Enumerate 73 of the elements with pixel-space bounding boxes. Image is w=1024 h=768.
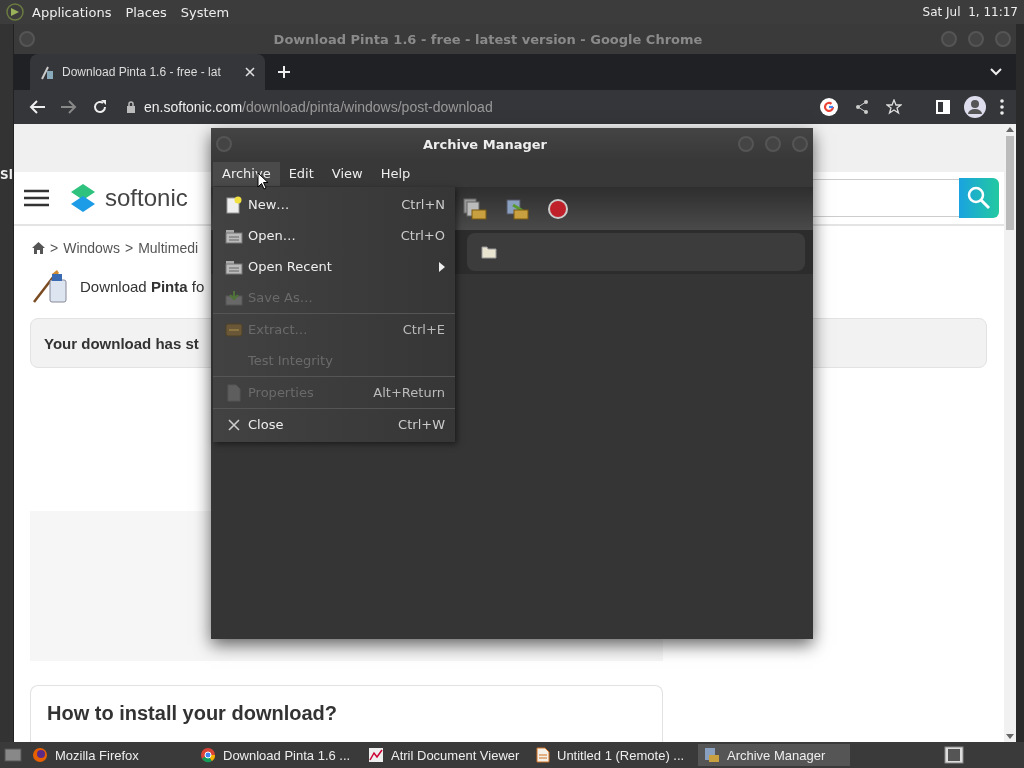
- window-title: Archive Manager: [422, 136, 548, 152]
- clock: Sat Jul 1, 11:17: [922, 5, 1018, 19]
- menu-bar-item[interactable]: Edit: [279, 161, 323, 186]
- scrollbar[interactable]: [1004, 124, 1016, 742]
- more-icon[interactable]: [1000, 99, 1004, 115]
- chrome-icon: [200, 747, 216, 763]
- home-icon[interactable]: [32, 242, 45, 254]
- menu-icon[interactable]: [24, 189, 49, 207]
- scroll-thumb[interactable]: [1006, 136, 1014, 230]
- stop-icon[interactable]: [547, 197, 569, 220]
- workspace-switcher-icon[interactable]: [944, 746, 964, 764]
- breadcrumb-link[interactable]: Windows: [63, 240, 120, 256]
- taskbar-item[interactable]: Archive Manager: [698, 744, 850, 766]
- drawer-icon: [224, 258, 243, 275]
- lock-icon: [126, 101, 136, 113]
- softonic-logo-icon[interactable]: [69, 182, 97, 214]
- breadcrumb-separator: >: [125, 240, 134, 256]
- show-desktop-icon[interactable]: [4, 747, 22, 763]
- taskbar-item[interactable]: Untitled 1 (Remote) ...: [530, 744, 694, 766]
- menu-item[interactable]: Close Ctrl+W: [213, 409, 455, 440]
- menu-bar-item[interactable]: Archive: [213, 161, 280, 186]
- new-tab-icon[interactable]: [277, 65, 291, 79]
- panel-menu[interactable]: Applications: [32, 4, 112, 20]
- search-button[interactable]: [959, 178, 999, 218]
- folder-icon[interactable]: [481, 245, 497, 259]
- taskbar-item[interactable]: Atril Document Viewer: [362, 744, 526, 766]
- share-icon[interactable]: [854, 99, 870, 115]
- paint-brush-icon: [32, 268, 70, 304]
- forward-icon[interactable]: [60, 99, 78, 115]
- close-icon: [227, 418, 240, 431]
- notice-text: Your download has st: [44, 334, 199, 352]
- side-panel-icon[interactable]: [936, 100, 950, 114]
- menu-bar-item[interactable]: Help: [371, 161, 420, 186]
- scroll-down-icon[interactable]: [1006, 734, 1014, 740]
- distro-logo-icon[interactable]: [6, 3, 24, 21]
- new-document-icon: [224, 195, 243, 214]
- archive-icon[interactable]: [463, 196, 487, 221]
- archive-icon: [704, 747, 720, 763]
- search-icon: [967, 186, 991, 210]
- document-icon: [536, 747, 550, 763]
- panel-menu[interactable]: Places: [125, 4, 167, 20]
- breadcrumb-separator: >: [50, 240, 59, 256]
- menu-item[interactable]: New… Ctrl+N: [213, 189, 455, 220]
- menu-bar-item[interactable]: View: [322, 161, 372, 186]
- back-icon[interactable]: [28, 99, 46, 115]
- firefox-icon: [32, 747, 48, 763]
- breadcrumb-link[interactable]: Multimedi: [138, 240, 199, 256]
- save-icon: [224, 289, 243, 306]
- window-text: Sl: [0, 168, 14, 182]
- page-heading: Download Pinta fo: [80, 277, 205, 295]
- submenu-arrow-icon: [439, 261, 445, 272]
- menu-item[interactable]: Open Recent: [213, 251, 455, 282]
- logo-text[interactable]: softonic: [105, 184, 188, 212]
- taskbar-item[interactable]: Download Pinta 1.6 ...: [194, 744, 358, 766]
- browser-tab[interactable]: Download Pinta 1.6 - free - lat: [30, 54, 265, 90]
- brush-icon: [40, 64, 54, 80]
- chevron-down-icon[interactable]: [990, 68, 1002, 76]
- document-icon: [226, 383, 241, 402]
- window-title: Download Pinta 1.6 - free - latest version - Google Chrome: [272, 31, 704, 47]
- avatar-icon[interactable]: [964, 96, 986, 118]
- star-icon[interactable]: [886, 99, 902, 115]
- menu-item[interactable]: Open… Ctrl+O: [213, 220, 455, 251]
- scroll-up-icon[interactable]: [1006, 126, 1014, 132]
- reload-icon[interactable]: [92, 99, 108, 115]
- drawer-icon: [224, 227, 243, 244]
- archive-icon[interactable]: [505, 196, 529, 221]
- card-title: How to install your download?: [47, 702, 337, 724]
- chart-document-icon: [368, 747, 384, 763]
- close-icon[interactable]: [245, 67, 255, 77]
- extract-icon: [224, 321, 243, 338]
- google-icon[interactable]: [820, 98, 838, 116]
- taskbar-item[interactable]: Mozilla Firefox: [26, 744, 190, 766]
- panel-menu[interactable]: System: [180, 4, 230, 20]
